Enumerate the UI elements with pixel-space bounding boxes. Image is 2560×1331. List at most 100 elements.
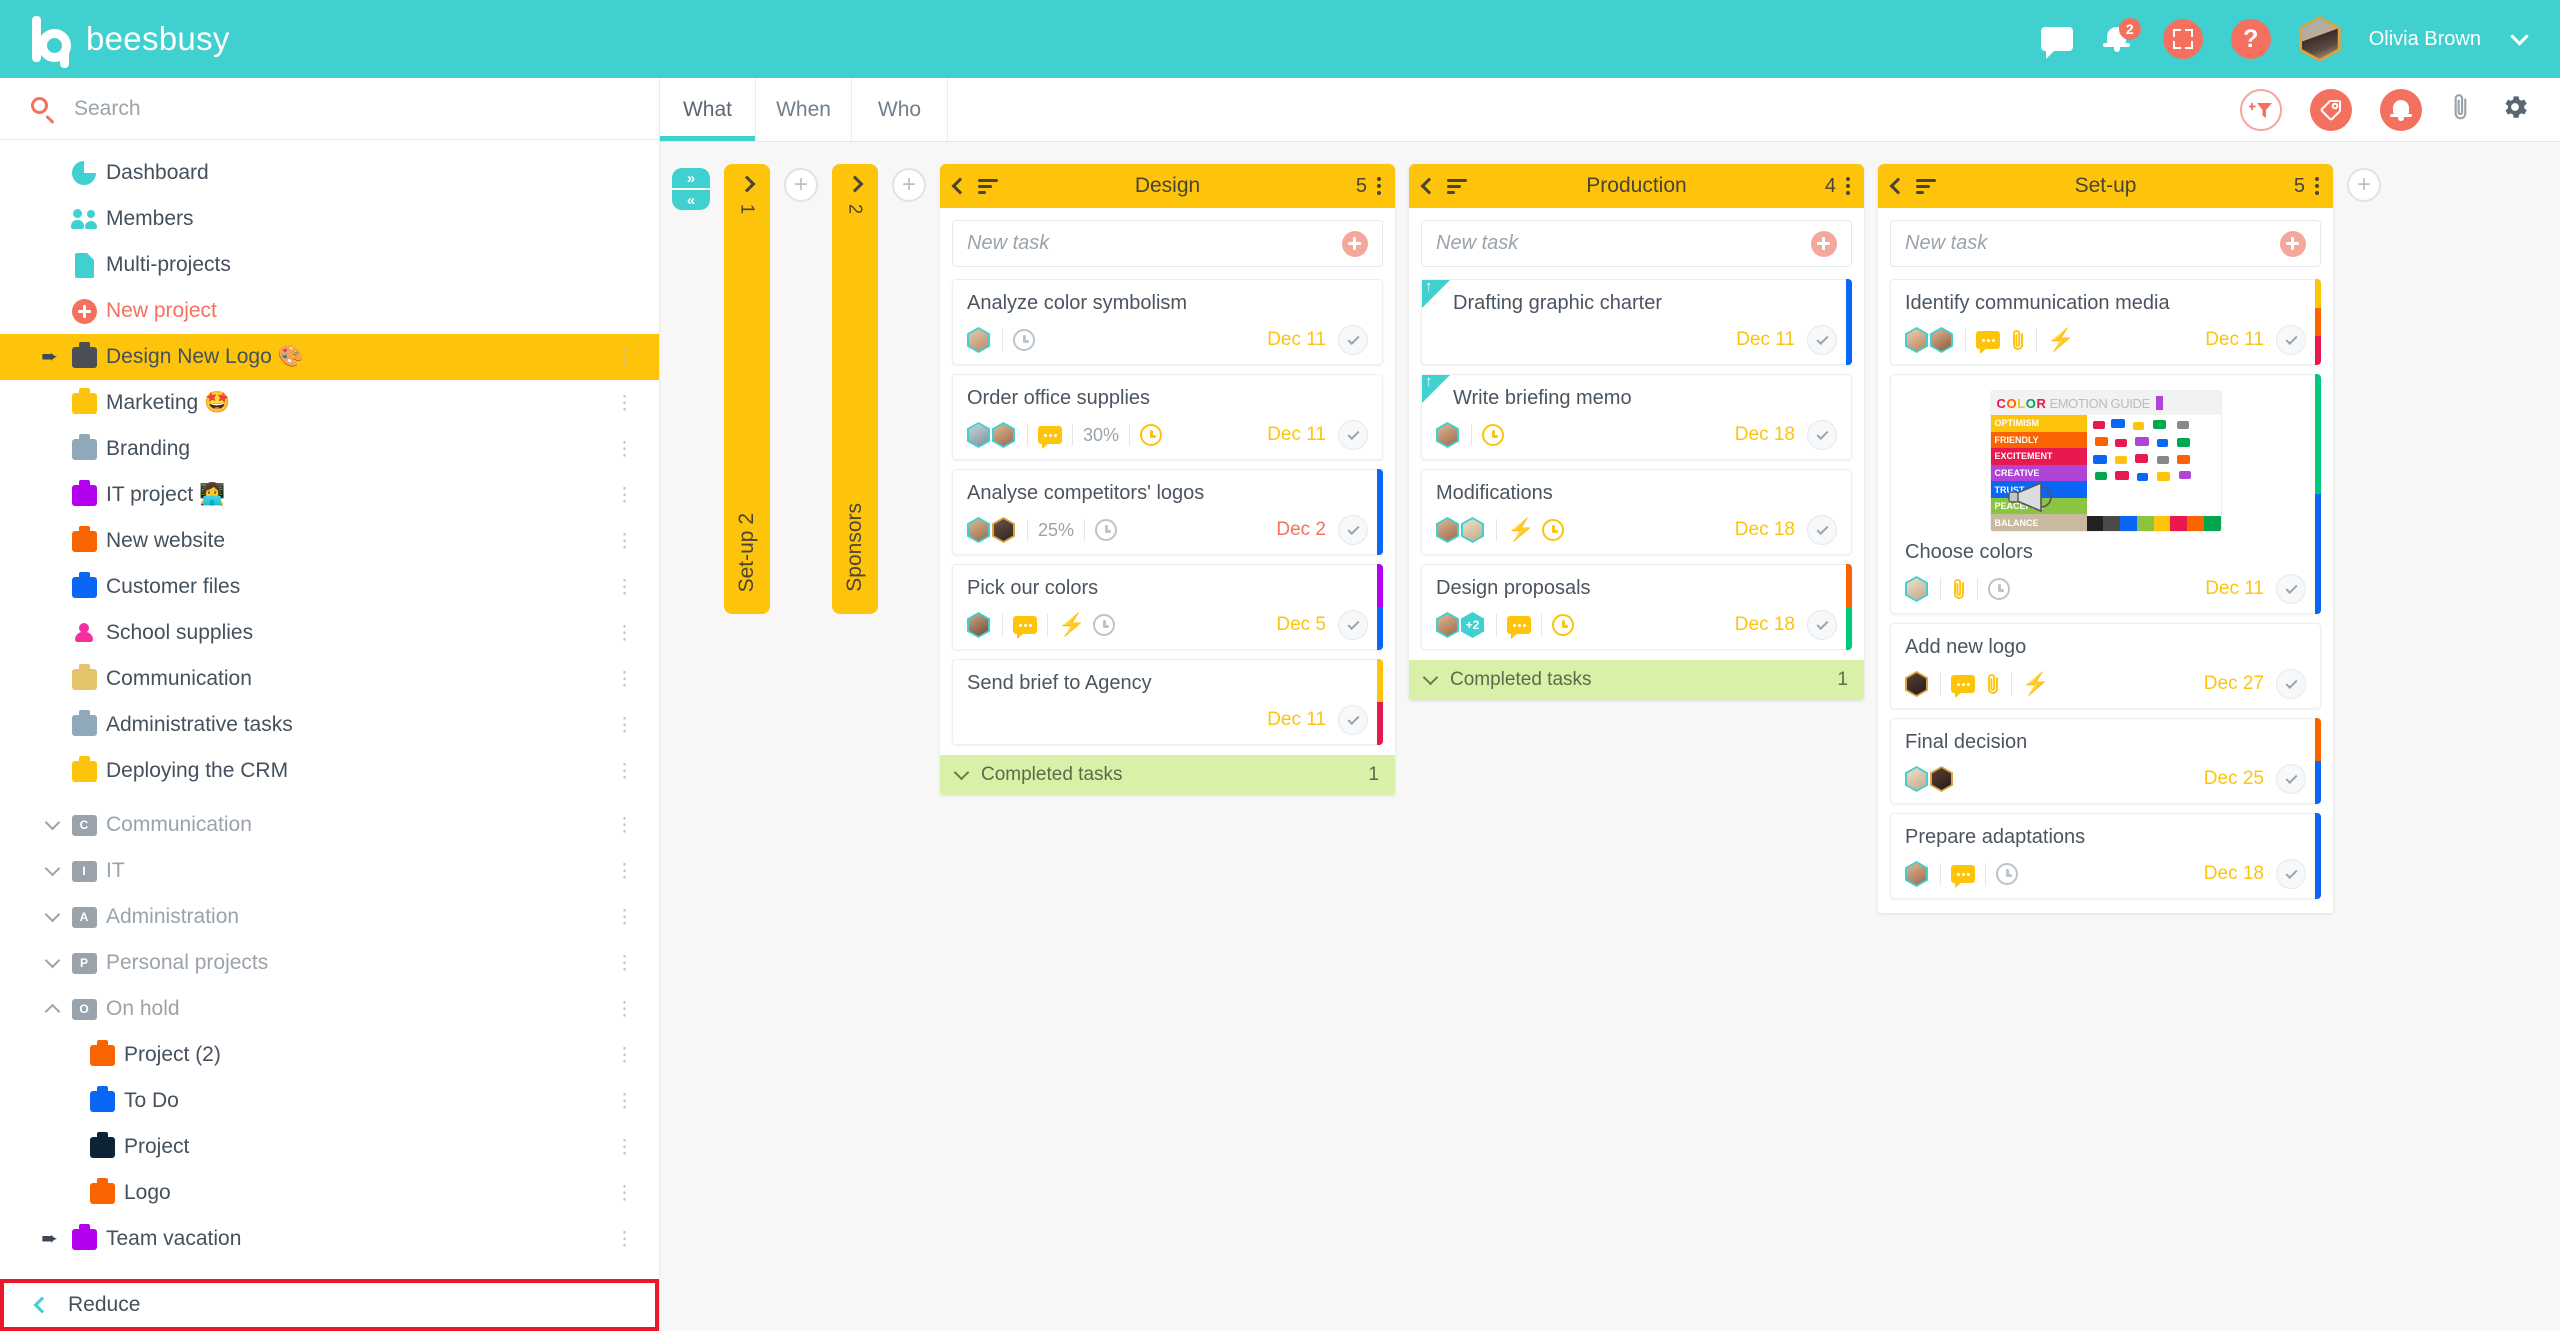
sort-icon[interactable] [1916, 178, 1936, 194]
item-menu-icon[interactable]: ⋮ [615, 1092, 635, 1111]
sidebar-folder-it[interactable]: I IT ⋮ [0, 848, 659, 894]
item-menu-icon[interactable]: ⋮ [615, 954, 635, 973]
item-menu-icon[interactable]: ⋮ [615, 532, 635, 551]
complete-task-button[interactable] [1807, 515, 1837, 545]
complete-task-button[interactable] [2276, 325, 2306, 355]
sidebar-item-administrative-tasks[interactable]: Administrative tasks ⋮ [0, 702, 659, 748]
add-column-button[interactable]: + [2347, 168, 2381, 202]
sidebar-folder-personal-projects[interactable]: P Personal projects ⋮ [0, 940, 659, 986]
collapsed-column-set-up-2[interactable]: 1 Set-up 2 [724, 164, 770, 614]
sidebar-item-new-project[interactable]: New project [0, 288, 659, 334]
expand-column-icon[interactable] [738, 175, 756, 193]
task-card[interactable]: Pick our colors ⚡ Dec 5 [952, 564, 1383, 650]
complete-task-button[interactable] [1338, 420, 1368, 450]
complete-task-button[interactable] [1338, 610, 1368, 640]
complete-task-button[interactable] [1338, 705, 1368, 735]
complete-task-button[interactable] [2276, 764, 2306, 794]
sidebar-item-branding[interactable]: Branding ⋮ [0, 426, 659, 472]
assignee-avatars[interactable] [967, 517, 1017, 543]
chevron-down-icon[interactable] [2510, 26, 2529, 46]
collapsed-column-sponsors[interactable]: 2 Sponsors [832, 164, 878, 614]
attachments-button[interactable] [2450, 92, 2472, 127]
task-card[interactable]: Analyze color symbolism Dec 11 [952, 279, 1383, 365]
new-task-input[interactable] [1905, 232, 2280, 255]
sidebar-item-customer-files[interactable]: Customer files ⋮ [0, 564, 659, 610]
item-menu-icon[interactable]: ⋮ [615, 1138, 635, 1157]
task-card[interactable]: ↑ Write briefing memo Dec 18 [1421, 374, 1852, 460]
completed-tasks-section[interactable]: Completed tasks 1 [940, 755, 1395, 795]
tab-who[interactable]: Who [852, 78, 948, 141]
assignee-avatars[interactable] [1905, 327, 1955, 353]
item-menu-icon[interactable]: ⋮ [615, 1184, 635, 1203]
chat-bubble-icon[interactable] [2040, 27, 2073, 59]
item-menu-icon[interactable]: ⋮ [615, 440, 635, 459]
new-task-input[interactable] [967, 232, 1342, 255]
collapse-all-toggle[interactable]: » « [672, 168, 710, 210]
reduce-sidebar-button[interactable]: Reduce [0, 1279, 659, 1331]
assignee-avatars[interactable] [1905, 766, 1955, 792]
item-menu-icon[interactable]: ⋮ [615, 816, 635, 835]
sidebar-item-communication-project[interactable]: Communication ⋮ [0, 656, 659, 702]
collapse-column-icon[interactable] [1889, 177, 1907, 195]
sidebar-item-project[interactable]: Project ⋮ [0, 1124, 659, 1170]
item-menu-icon[interactable]: ⋮ [615, 348, 635, 367]
assignee-avatars[interactable] [1436, 517, 1486, 543]
task-card[interactable]: Identify communication media ⚡ Dec 11 [1890, 279, 2321, 365]
column-menu-icon[interactable] [2315, 177, 2319, 195]
sidebar-folder-administration[interactable]: A Administration ⋮ [0, 894, 659, 940]
sidebar-folder-communication[interactable]: C Communication ⋮ [0, 802, 659, 848]
complete-task-button[interactable] [1807, 610, 1837, 640]
sort-icon[interactable] [978, 178, 998, 194]
avatar[interactable] [2298, 16, 2341, 62]
fullscreen-expand-icon[interactable] [2162, 19, 2203, 59]
complete-task-button[interactable] [1338, 325, 1368, 355]
sidebar-item-marketing[interactable]: Marketing 🤩 ⋮ [0, 380, 659, 426]
sidebar-item-design-new-logo[interactable]: ➨ Design New Logo 🎨 ⋮ [0, 334, 659, 380]
sidebar-item-to-do[interactable]: To Do ⋮ [0, 1078, 659, 1124]
task-card[interactable]: Prepare adaptations Dec 18 [1890, 813, 2321, 899]
add-column-button[interactable]: + [784, 168, 818, 202]
brand[interactable]: beesbusy [0, 16, 660, 68]
bell-icon[interactable]: 2 [2101, 18, 2141, 56]
assignee-avatars[interactable] [1905, 861, 1930, 887]
chevrons-left-icon[interactable]: « [672, 190, 710, 210]
task-card[interactable]: Order office supplies 30% Dec 11 [952, 374, 1383, 460]
sidebar-folder-on-hold[interactable]: O On hold ⋮ [0, 986, 659, 1032]
collapse-column-icon[interactable] [1420, 177, 1438, 195]
item-menu-icon[interactable]: ⋮ [615, 578, 635, 597]
task-card[interactable]: Send brief to Agency Dec 11 [952, 659, 1383, 745]
task-card[interactable]: COLOR EMOTION GUIDE OPTIMISM FRIENDLY EX… [1890, 374, 2321, 614]
sidebar-item-it-project[interactable]: IT project 👩‍💻 ⋮ [0, 472, 659, 518]
alerts-button[interactable] [2380, 88, 2422, 131]
assignee-avatars[interactable] [967, 612, 992, 638]
task-card[interactable]: Final decision Dec 25 [1890, 718, 2321, 804]
complete-task-button[interactable] [2276, 574, 2306, 604]
sidebar-item-school-supplies[interactable]: School supplies ⋮ [0, 610, 659, 656]
tab-what[interactable]: What [660, 78, 756, 141]
tab-when[interactable]: When [756, 78, 852, 141]
completed-tasks-section[interactable]: Completed tasks 1 [1409, 660, 1864, 700]
search-input[interactable] [74, 96, 629, 121]
complete-task-button[interactable] [2276, 669, 2306, 699]
add-filter-button[interactable] [2240, 88, 2282, 131]
sidebar-item-project-2[interactable]: Project (2) ⋮ [0, 1032, 659, 1078]
add-task-button[interactable] [1811, 230, 1837, 257]
tags-button[interactable] [2310, 88, 2352, 131]
chevrons-right-icon[interactable]: » [672, 168, 710, 188]
item-menu-icon[interactable]: ⋮ [615, 670, 635, 689]
item-menu-icon[interactable]: ⋮ [615, 862, 635, 881]
item-menu-icon[interactable]: ⋮ [615, 716, 635, 735]
complete-task-button[interactable] [1807, 420, 1837, 450]
sidebar-item-members[interactable]: Members [0, 196, 659, 242]
task-card[interactable]: Add new logo ⚡ Dec 27 [1890, 623, 2321, 709]
add-task-button[interactable] [2280, 230, 2306, 257]
sidebar-item-logo[interactable]: Logo ⋮ [0, 1170, 659, 1216]
sidebar-item-multi-projects[interactable]: Multi-projects [0, 242, 659, 288]
assignee-avatars[interactable] [1436, 422, 1461, 448]
assignee-avatars[interactable]: +2 [1436, 612, 1486, 638]
assignee-avatars[interactable] [1905, 576, 1930, 602]
item-menu-icon[interactable]: ⋮ [615, 624, 635, 643]
sidebar-item-new-website[interactable]: New website ⋮ [0, 518, 659, 564]
column-menu-icon[interactable] [1846, 177, 1850, 195]
column-menu-icon[interactable] [1377, 177, 1381, 195]
